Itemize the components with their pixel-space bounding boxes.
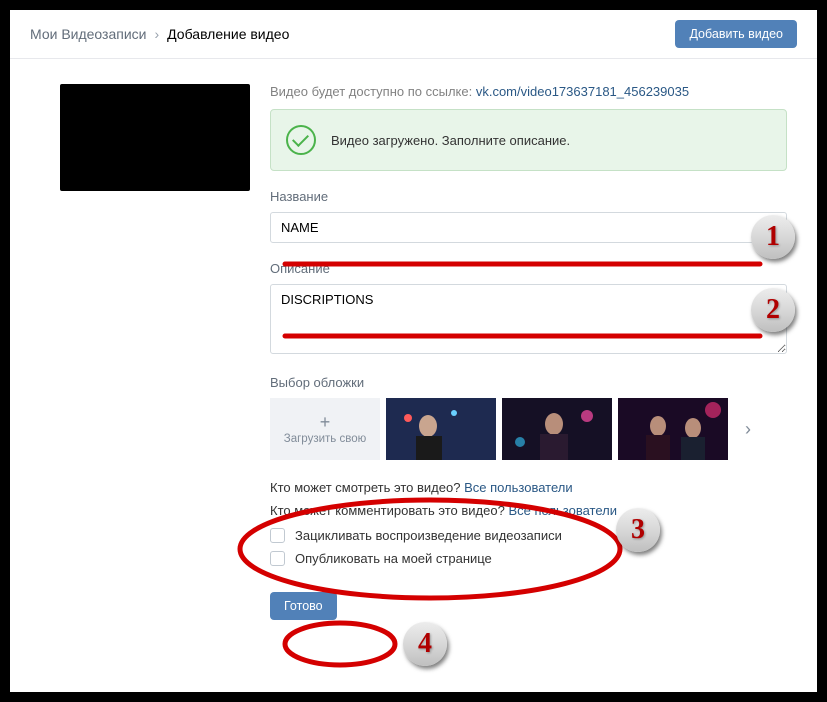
loop-checkbox[interactable] (270, 528, 285, 543)
publish-checkbox[interactable] (270, 551, 285, 566)
upload-success-banner: Видео загружено. Заполните описание. (270, 109, 787, 171)
description-label: Описание (270, 261, 787, 276)
loop-label: Зацикливать воспроизведение видеозаписи (295, 528, 562, 543)
video-link-info: Видео будет доступно по ссылке: vk.com/v… (270, 84, 787, 99)
description-input[interactable] (270, 284, 787, 354)
checkmark-icon (286, 125, 316, 155)
done-button[interactable]: Готово (270, 592, 337, 620)
cover-next-button[interactable]: › (734, 398, 762, 460)
crumb-current: Добавление видео (167, 26, 289, 42)
publish-label: Опубликовать на моей странице (295, 551, 492, 566)
loop-option-row: Зацикливать воспроизведение видеозаписи (270, 528, 787, 543)
privacy-comment-row: Кто может комментировать это видео? Все … (270, 503, 787, 518)
privacy-view-label: Кто может смотреть это видео? (270, 480, 464, 495)
cover-option-1[interactable] (386, 398, 496, 460)
add-video-button[interactable]: Добавить видео (675, 20, 797, 48)
privacy-view-value[interactable]: Все пользователи (464, 480, 573, 495)
chevron-right-icon: › (154, 26, 159, 42)
title-label: Название (270, 189, 787, 204)
link-prefix: Видео будет доступно по ссылке: (270, 84, 476, 99)
privacy-comment-label: Кто может комментировать это видео? (270, 503, 508, 518)
title-input[interactable] (270, 212, 787, 243)
cover-label: Выбор обложки (270, 375, 787, 390)
breadcrumb: Мои Видеозаписи › Добавление видео (30, 26, 289, 42)
video-thumbnail (60, 84, 250, 191)
page-header: Мои Видеозаписи › Добавление видео Добав… (10, 10, 817, 59)
video-url-link[interactable]: vk.com/video173637181_456239035 (476, 84, 689, 99)
privacy-view-row: Кто может смотреть это видео? Все пользо… (270, 480, 787, 495)
privacy-comment-value[interactable]: Все пользователи (508, 503, 617, 518)
success-text: Видео загружено. Заполните описание. (331, 133, 570, 148)
upload-cover-label: Загрузить свою (284, 433, 366, 445)
crumb-back[interactable]: Мои Видеозаписи (30, 26, 146, 42)
upload-cover-button[interactable]: + Загрузить свою (270, 398, 380, 460)
chevron-right-icon: › (745, 419, 751, 440)
plus-icon: + (320, 413, 331, 431)
cover-option-3[interactable] (618, 398, 728, 460)
publish-option-row: Опубликовать на моей странице (270, 551, 787, 566)
cover-option-2[interactable] (502, 398, 612, 460)
